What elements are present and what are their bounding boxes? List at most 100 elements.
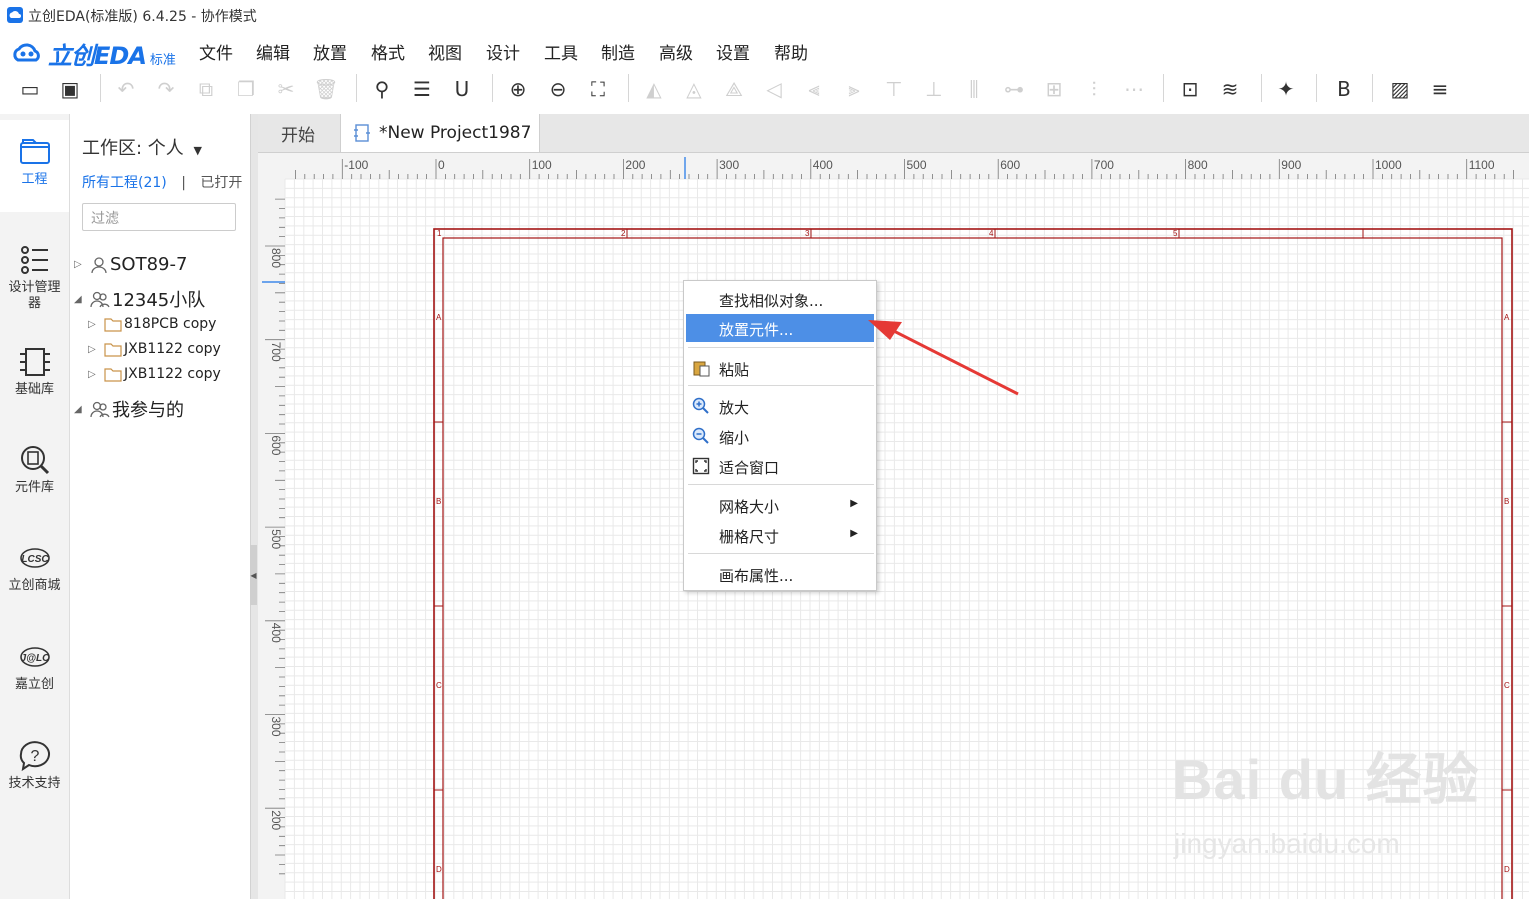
zoom-in-icon[interactable]: ⊕ — [505, 76, 531, 102]
menu-item[interactable]: 格式 — [371, 39, 405, 64]
context-menu-item[interactable]: 网格大小 ▶ — [686, 491, 874, 519]
menu-item[interactable]: 视图 — [428, 39, 462, 64]
menu-item[interactable]: 设置 — [716, 39, 750, 64]
distribute-v-icon[interactable]: ⫶ — [1081, 76, 1107, 102]
menu-item[interactable]: 制造 — [601, 39, 635, 64]
ruler-label: -100 — [344, 158, 368, 172]
context-menu-item[interactable]: 栅格尺寸 ▶ — [686, 521, 874, 549]
rail-item[interactable]: LCSC 立创商城 — [0, 526, 69, 616]
tree-item[interactable]: ▷ SOT89-7 — [74, 254, 187, 275]
rail-item[interactable]: J@LC 嘉立创 — [0, 625, 69, 715]
rail-item[interactable]: 工程 — [0, 120, 69, 212]
collapsed-icon[interactable]: ▷ — [88, 369, 102, 380]
image-icon[interactable]: ▨ — [1387, 76, 1413, 102]
svg-text:J@LC: J@LC — [20, 653, 49, 664]
menu-item[interactable]: 工具 — [544, 39, 578, 64]
tab-new-project[interactable]: *New Project1987 — [340, 114, 540, 152]
search-icon[interactable]: ⚲ — [369, 76, 395, 102]
redo-icon[interactable]: ↷ — [153, 76, 179, 102]
tree-item[interactable]: ◢ 12345小队 — [74, 286, 205, 312]
delete-icon[interactable]: 🗑 — [313, 76, 339, 102]
context-menu-item[interactable]: 缩小 — [686, 422, 874, 450]
context-menu-item-label: 粘贴 — [719, 361, 750, 379]
distribute-icon[interactable]: ⊞ — [1041, 76, 1067, 102]
zoom-out-icon[interactable]: ⊖ — [545, 76, 571, 102]
tree-item[interactable]: ◢ 我参与的 — [74, 396, 184, 422]
top-ruler — [258, 153, 1529, 179]
sheet-row-label: C — [436, 681, 442, 690]
menu-item[interactable]: 编辑 — [256, 39, 290, 64]
tree-item[interactable]: ▷ JXB1122 copy — [88, 366, 221, 382]
rail-item[interactable]: 设计管理器 — [0, 228, 69, 318]
filter-input[interactable]: 过滤 — [82, 203, 236, 231]
collapsed-icon[interactable]: ▷ — [88, 344, 102, 355]
help-icon: ? — [19, 741, 50, 772]
layers-icon[interactable]: ≋ — [1217, 76, 1243, 102]
context-menu-item[interactable]: 放置元件... — [686, 314, 874, 342]
flip-icon[interactable]: ◬ — [681, 76, 707, 102]
simulate-icon[interactable]: ⊡ — [1177, 76, 1203, 102]
menu-item[interactable]: 放置 — [313, 39, 347, 64]
watermark: Bai du 经验 jingyan.baidu.com — [1172, 735, 1480, 859]
context-menu-item[interactable]: 画布属性... — [686, 560, 874, 588]
sheet-col-label: 3 — [805, 229, 810, 238]
expanded-icon[interactable]: ◢ — [74, 404, 88, 415]
fit-window-icon[interactable]: ⛶ — [585, 76, 611, 102]
copy-icon[interactable]: ⧉ — [193, 76, 219, 102]
panel-splitter[interactable] — [250, 114, 258, 899]
mirror-icon[interactable]: ⟁ — [721, 76, 747, 102]
undo-icon[interactable]: ↶ — [113, 76, 139, 102]
align-left-icon[interactable]: ⫷ — [801, 76, 827, 102]
menu-item[interactable]: 文件 — [199, 39, 233, 64]
rail-item[interactable]: ? 技术支持 — [0, 724, 69, 814]
toolbar-separator — [628, 74, 629, 102]
expanded-icon[interactable]: ◢ — [74, 294, 88, 305]
tree-item-icon — [104, 316, 122, 332]
workspace-selector[interactable]: 工作区: 个人 ▼ — [82, 134, 202, 160]
distribute-h-icon[interactable]: ⋯ — [1121, 76, 1147, 102]
toolbar-separator — [1163, 74, 1164, 102]
workspace-label: 工作区: 个人 — [82, 138, 184, 159]
save-icon[interactable]: ▣ — [57, 76, 83, 102]
align-top-icon[interactable]: ⊤ — [881, 76, 907, 102]
menu-item[interactable]: 高级 — [659, 39, 693, 64]
toolbar-separator — [492, 74, 493, 102]
rail-item[interactable]: 元件库 — [0, 428, 69, 518]
ruler-label: 900 — [1281, 158, 1301, 172]
duplicate-icon[interactable]: ❐ — [233, 76, 259, 102]
collapsed-icon[interactable]: ▷ — [74, 259, 88, 270]
context-menu-item[interactable]: 放大 — [686, 392, 874, 420]
all-projects-link[interactable]: 所有工程(21) — [82, 175, 167, 191]
rail-item-label: 元件库 — [14, 480, 54, 495]
align-hcenter-icon[interactable]: ⫼ — [961, 76, 987, 102]
align-right-icon[interactable]: ⫸ — [841, 76, 867, 102]
opened-projects-link[interactable]: 已打开 — [200, 175, 242, 191]
pin-icon[interactable]: ✦ — [1273, 76, 1299, 102]
collapse-panel-handle[interactable]: ◀ — [250, 545, 257, 605]
context-menu-item-label: 缩小 — [719, 429, 750, 447]
context-menu-item[interactable]: 粘贴 — [686, 354, 874, 382]
context-menu-item[interactable]: 查找相似对象... — [686, 285, 874, 313]
tree-item[interactable]: ▷ 818PCB copy — [88, 316, 216, 332]
align-icon[interactable]: ◁ — [761, 76, 787, 102]
menu-item[interactable]: 帮助 — [774, 39, 808, 64]
annotation-arrow — [868, 320, 1019, 396]
context-menu-item[interactable]: 适合窗口 — [686, 452, 874, 480]
align-vcenter-icon[interactable]: ⊶ — [1001, 76, 1027, 102]
collapsed-icon[interactable]: ▷ — [88, 319, 102, 330]
rail-item[interactable]: 基础库 — [0, 330, 69, 420]
bom-icon[interactable]: B — [1331, 76, 1357, 102]
toolbar-separator — [1261, 74, 1262, 102]
toolbar-separator — [1372, 74, 1373, 102]
menu-item[interactable]: 设计 — [486, 39, 520, 64]
align-bottom-icon[interactable]: ⊥ — [921, 76, 947, 102]
open-file-icon[interactable]: ▭ — [17, 76, 43, 102]
rotate-icon[interactable]: ◭ — [641, 76, 667, 102]
cut-icon[interactable]: ✂ — [273, 76, 299, 102]
stack-icon[interactable]: ≡ — [1427, 76, 1453, 102]
app-logo: 立创EDA 标准 — [10, 36, 176, 71]
find-list-icon[interactable]: ☰ — [409, 76, 435, 102]
tree-item[interactable]: ▷ JXB1122 copy — [88, 341, 221, 357]
tab-start[interactable]: 开始 — [258, 114, 338, 152]
unit-icon[interactable]: U — [449, 76, 475, 102]
